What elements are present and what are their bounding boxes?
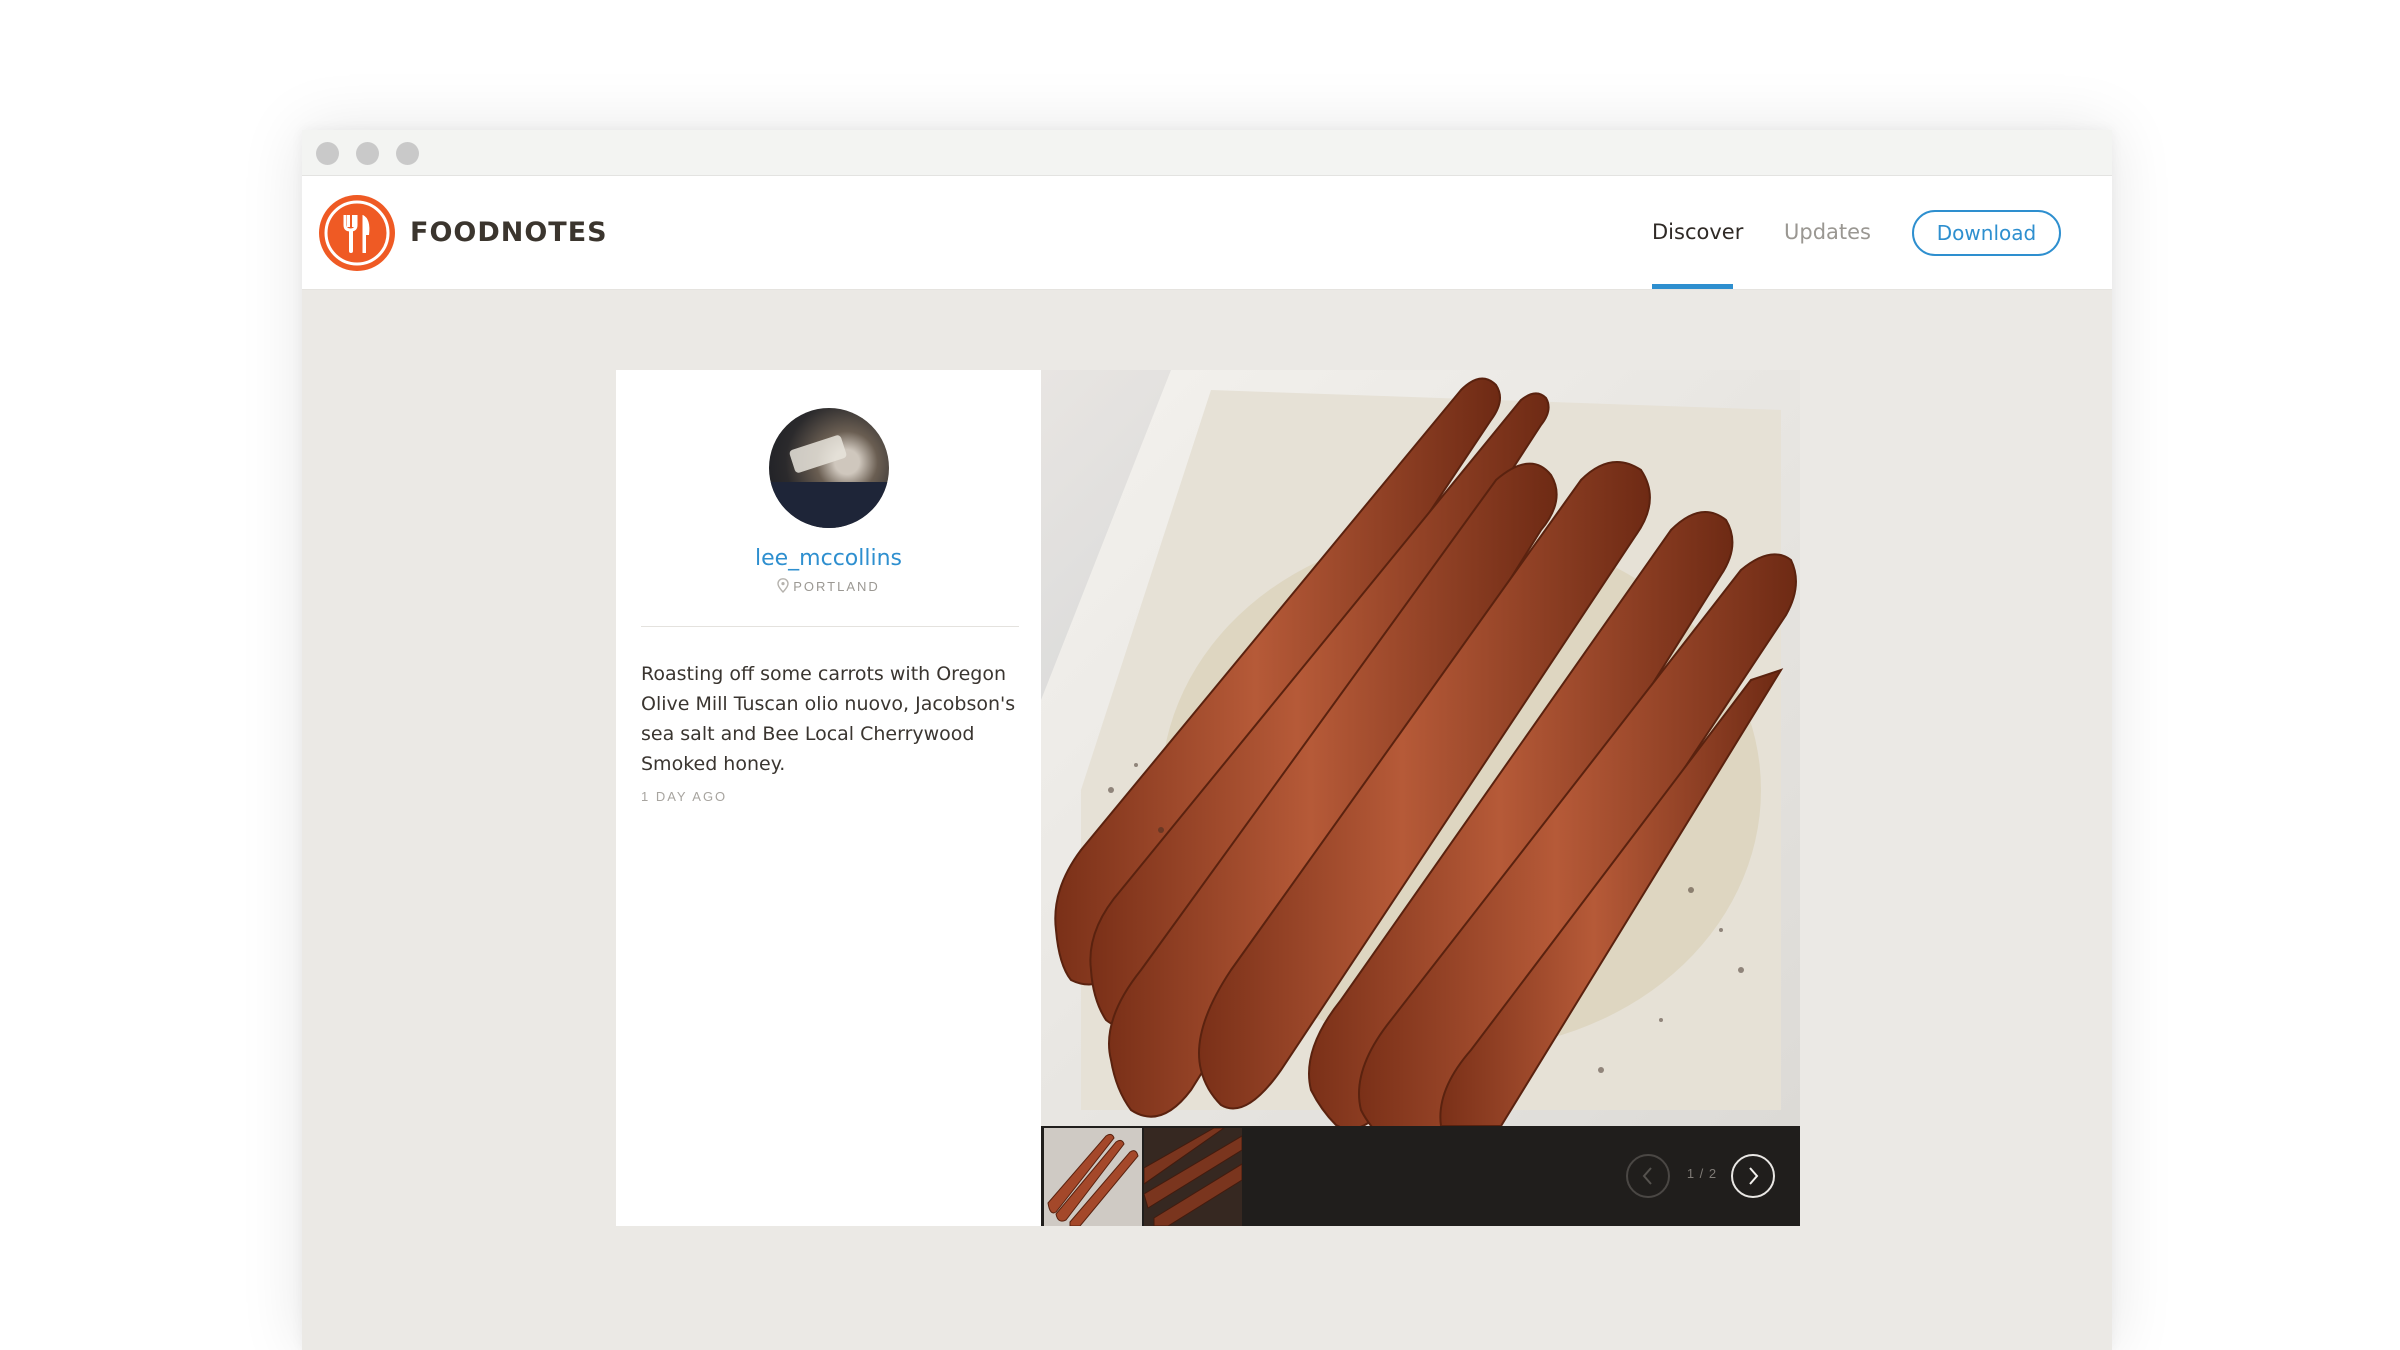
brand-name[interactable]: FOODNOTES	[410, 217, 608, 248]
app-header: FOODNOTES Discover Updates Download	[302, 176, 2112, 290]
gallery-thumbnail-1[interactable]	[1044, 1128, 1142, 1226]
gallery-prev-button[interactable]	[1626, 1154, 1670, 1198]
location-text: PORTLAND	[793, 579, 880, 594]
divider	[641, 626, 1019, 627]
browser-window: FOODNOTES Discover Updates Download lee_…	[302, 130, 2112, 1350]
chevron-right-icon	[1749, 1167, 1759, 1185]
post-photo[interactable]	[1041, 370, 1800, 1126]
post-card: lee_mccollins PORTLAND Roasting off some…	[616, 370, 1800, 1226]
location-label: PORTLAND	[616, 578, 1041, 594]
window-minimize-dot[interactable]	[356, 142, 379, 165]
gallery-next-button[interactable]	[1731, 1154, 1775, 1198]
window-zoom-dot[interactable]	[396, 142, 419, 165]
avatar[interactable]	[769, 408, 889, 528]
download-button[interactable]: Download	[1912, 210, 2061, 256]
post-timestamp: 1 DAY AGO	[641, 789, 728, 804]
browser-chrome	[302, 130, 2112, 176]
nav-updates[interactable]: Updates	[1784, 220, 1871, 244]
fork-knife-icon[interactable]	[319, 195, 395, 271]
post-caption: Roasting off some carrots with Oregon Ol…	[641, 663, 1016, 775]
gallery-strip: 1 / 2	[1041, 1126, 1800, 1226]
map-pin-icon	[777, 578, 789, 593]
active-nav-indicator	[1652, 284, 1733, 289]
gallery-pager-count: 1 / 2	[1686, 1166, 1718, 1181]
gallery-thumbnail-2[interactable]	[1144, 1128, 1242, 1226]
nav-discover[interactable]: Discover	[1652, 220, 1743, 244]
username-link[interactable]: lee_mccollins	[616, 546, 1041, 571]
avatar-photo-detail	[788, 434, 848, 474]
post-sidebar: lee_mccollins PORTLAND Roasting off some…	[616, 370, 1041, 1226]
window-close-dot[interactable]	[316, 142, 339, 165]
avatar-photo-detail	[769, 482, 889, 528]
chevron-left-icon	[1642, 1167, 1652, 1185]
